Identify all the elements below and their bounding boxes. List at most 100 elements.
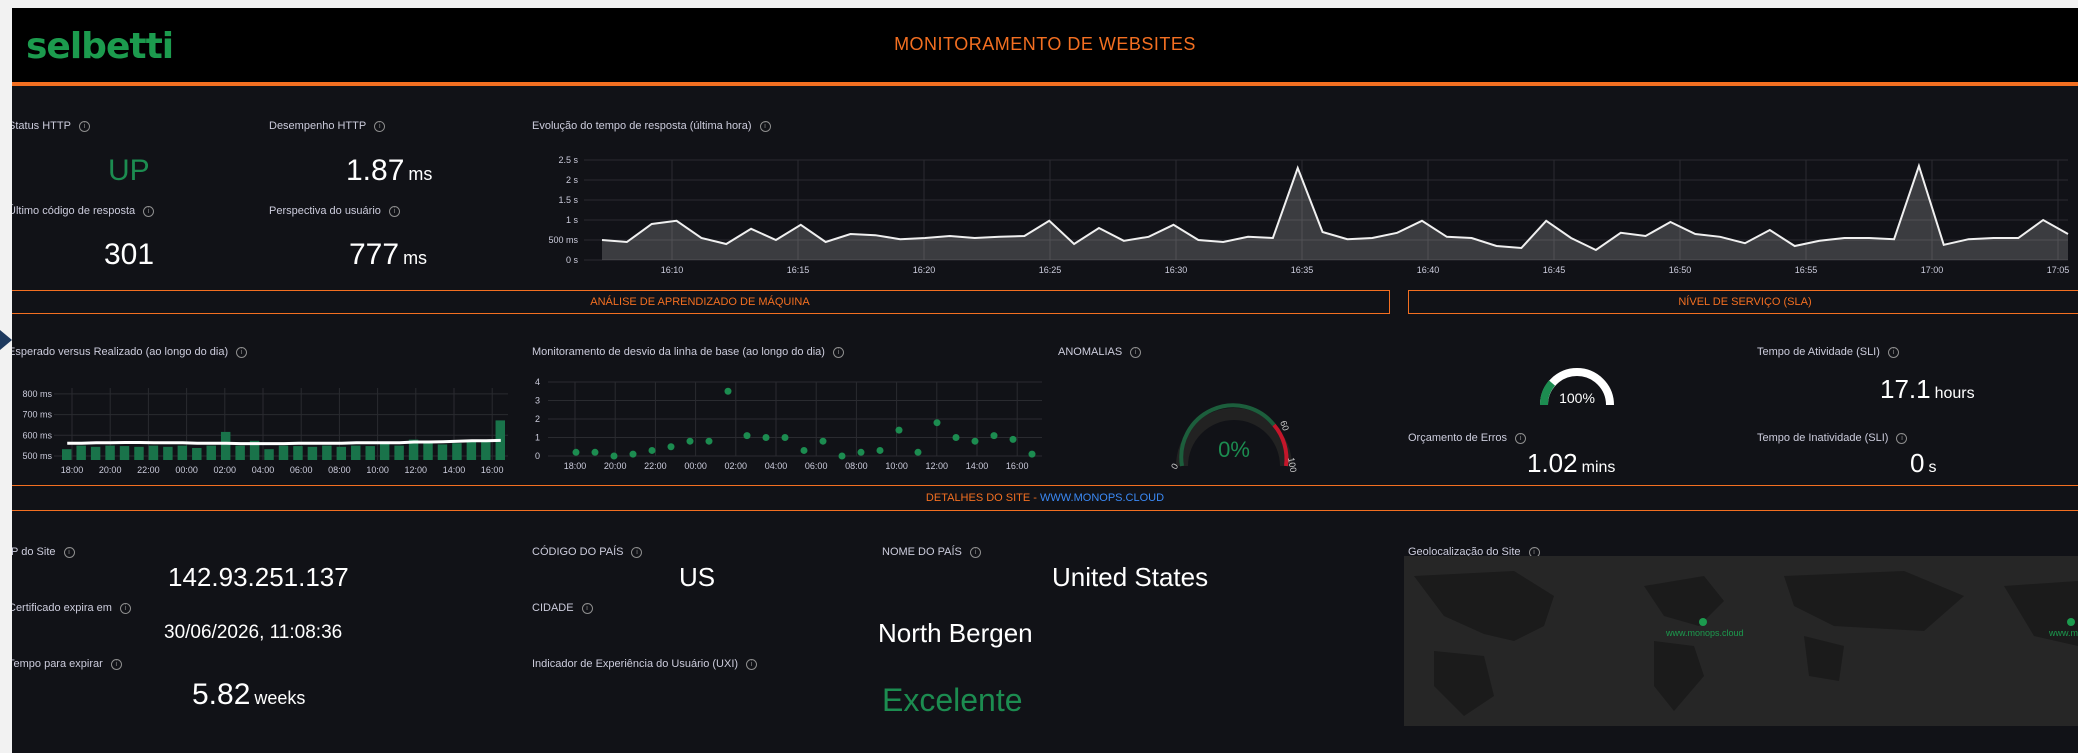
x-tick-label: 00:00 [684,461,707,471]
actual-bar [163,446,173,460]
baseline-chart-title: Monitoramento de desvio da linha de base… [532,346,844,358]
actual-bar [394,445,404,460]
site-link[interactable]: WWW.MONOPS.CLOUD [1040,492,1164,504]
info-icon[interactable]: i [236,346,248,358]
deviation-point [705,437,713,445]
x-tick-label: 22:00 [644,461,667,471]
y-tick-label: 2 s [566,175,579,185]
x-tick-label: 04:00 [765,461,788,471]
actual-bar [62,449,72,460]
info-icon[interactable]: i [119,602,131,614]
x-tick-label: 17:05 [2047,265,2070,275]
info-icon[interactable]: i [78,120,90,132]
x-tick-label: 16:20 [913,265,936,275]
info-icon[interactable]: i [746,658,758,670]
expected-vs-actual-chart: 500 ms 600 ms 700 ms 800 ms 18:00 20:00 22:00 0… [22,388,508,475]
y-tick-label: 2.5 s [558,155,578,165]
y-tick-label: 2 [535,414,540,424]
info-icon[interactable]: i [63,546,75,558]
info-icon[interactable]: i [832,346,844,358]
info-icon[interactable]: i [143,205,155,217]
actual-bar [278,445,289,460]
x-tick-label: 16:55 [1795,265,1818,275]
deviation-point [971,437,979,445]
http-perf-value: 1.87 ms [346,154,433,187]
deviation-point [724,387,732,395]
x-tick-label: 16:50 [1669,265,1692,275]
x-tick-label: 17:00 [1921,265,1944,275]
info-icon[interactable]: i [1887,346,1899,358]
downtime-label: Tempo de Inatividade (SLI) i [1757,432,1908,444]
deviation-point [857,448,865,456]
info-icon[interactable]: i [581,602,593,614]
info-icon[interactable]: i [1130,346,1142,358]
actual-bar [192,448,202,460]
user-perspective-value: 777 ms [349,238,428,271]
http-status-label: Status HTTP i [12,120,90,132]
info-icon[interactable]: i [1896,432,1908,444]
availability-arc-start [1540,380,1556,406]
deviation-point [914,448,922,456]
dashboard: selbetti MONITORAMENTO DE WEBSITES Statu… [12,8,2078,753]
deviation-point [648,446,656,454]
x-tick-label: 06:00 [805,461,828,471]
x-tick-label: 16:00 [481,465,504,475]
country-code-label: CÓDIGO DO PAÍS i [532,546,643,558]
user-perspective-label: Perspectiva do usuário i [269,205,400,217]
actual-bar [452,443,462,460]
info-icon[interactable]: i [388,205,400,217]
pointer-arrow-icon [0,330,12,350]
deviation-point [781,434,789,441]
ip-value: 142.93.251.137 [168,562,349,592]
gauge-max-label: 100 [1286,457,1298,474]
actual-bar [423,442,433,460]
x-tick-label: 16:40 [1417,265,1440,275]
deviation-point [591,448,599,456]
x-tick-label: 22:00 [137,465,160,475]
x-tick-label: 04:00 [252,465,275,475]
y-tick-label: 0 [535,451,540,461]
ip-label: IP do Site i [12,546,75,558]
deviation-point [762,434,770,441]
deviation-point [933,419,941,427]
site-location-pin[interactable] [1699,618,1707,626]
actual-bar [105,445,115,460]
info-icon[interactable]: i [631,546,643,558]
x-tick-label: 10:00 [885,461,908,471]
baseline-deviation-chart: 0 1 2 3 4 18:00 20:00 22:00 00:00 02:00 04:00 06:00… [535,377,1042,471]
y-tick-label: 1 s [566,215,579,225]
y-tick-label: 1.5 s [558,195,578,205]
actual-bar [134,446,144,460]
ml-section-header: ANÁLISE DE APRENDIZADO DE MÁQUINA [12,290,1390,314]
info-icon[interactable]: i [374,120,386,132]
y-tick-label: 500 ms [548,235,578,245]
info-icon[interactable]: i [1515,432,1527,444]
anomalies-gauge: 0% 0 60 100 [1169,403,1298,474]
expected-chart-title: Esperado versus Realizado (ao longo do d… [12,346,248,358]
header-bar: selbetti MONITORAMENTO DE WEBSITES [12,8,2078,86]
x-tick-label: 08:00 [328,465,351,475]
actual-bar [220,431,231,460]
anomalies-title: ANOMALIAS i [1058,346,1142,358]
geolocation-map[interactable]: www.monops.cloud www.monops.cloud [1404,556,2078,726]
details-section-header: DETALHES DO SITE - WWW.MONOPS.CLOUD [12,485,2078,511]
cert-label: Certificado expira em i [12,602,131,614]
response-time-chart: 0 s 500 ms 1 s 1.5 s 2 s 2.5 s 16:10 16:15 16:20… [548,155,2070,275]
actual-bar [76,445,86,460]
downtime-value: 0s [1910,448,1937,478]
actual-bar [307,446,318,460]
country-name-value: United States [1052,562,1209,592]
actual-bar [481,442,491,460]
expected-line [67,438,501,446]
error-budget-label: Orçamento de Erros i [1408,432,1527,444]
site-location-pin-repeat[interactable] [2067,618,2075,626]
y-tick-label: 800 ms [22,389,52,399]
info-icon[interactable]: i [969,546,981,558]
uxi-label: Indicador de Experiência do Usuário (UXI… [532,658,758,670]
actual-bar [177,445,188,460]
info-icon[interactable]: i [110,658,122,670]
deviation-point [876,446,884,454]
info-icon[interactable]: i [759,120,771,132]
x-tick-label: 16:25 [1039,265,1062,275]
y-tick-label: 500 ms [22,451,52,461]
